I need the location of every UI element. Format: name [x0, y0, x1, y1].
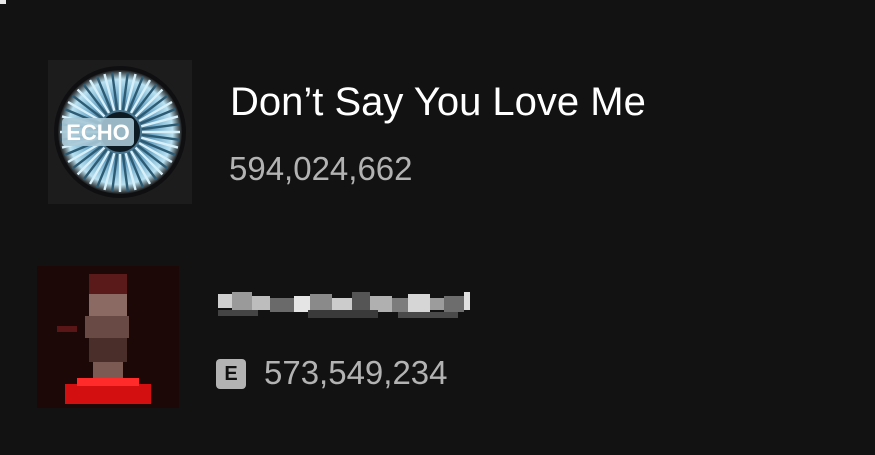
- blurred-title-pixels: [218, 292, 470, 318]
- top-edge-fragment: [0, 0, 6, 4]
- album-cover-pixelated[interactable]: [37, 266, 179, 408]
- track-row-1[interactable]: ECHO Don’t Say You Love Me 594,024,662: [0, 58, 875, 208]
- track-row-2[interactable]: E 573,549,234: [0, 262, 875, 412]
- cover-text: ECHO: [66, 120, 130, 145]
- album-cover-art: ECHO: [48, 60, 192, 204]
- play-count: 594,024,662: [229, 150, 413, 187]
- track-title[interactable]: Don’t Say You Love Me: [230, 78, 646, 126]
- album-cover-echo[interactable]: ECHO: [48, 60, 192, 204]
- album-cover-art: [37, 266, 179, 408]
- play-count: 573,549,234: [264, 354, 448, 391]
- track-title-obscured[interactable]: [218, 286, 488, 326]
- popular-tracks-list: ECHO Don’t Say You Love Me 594,024,662 E…: [0, 0, 875, 455]
- explicit-badge: E: [216, 359, 246, 389]
